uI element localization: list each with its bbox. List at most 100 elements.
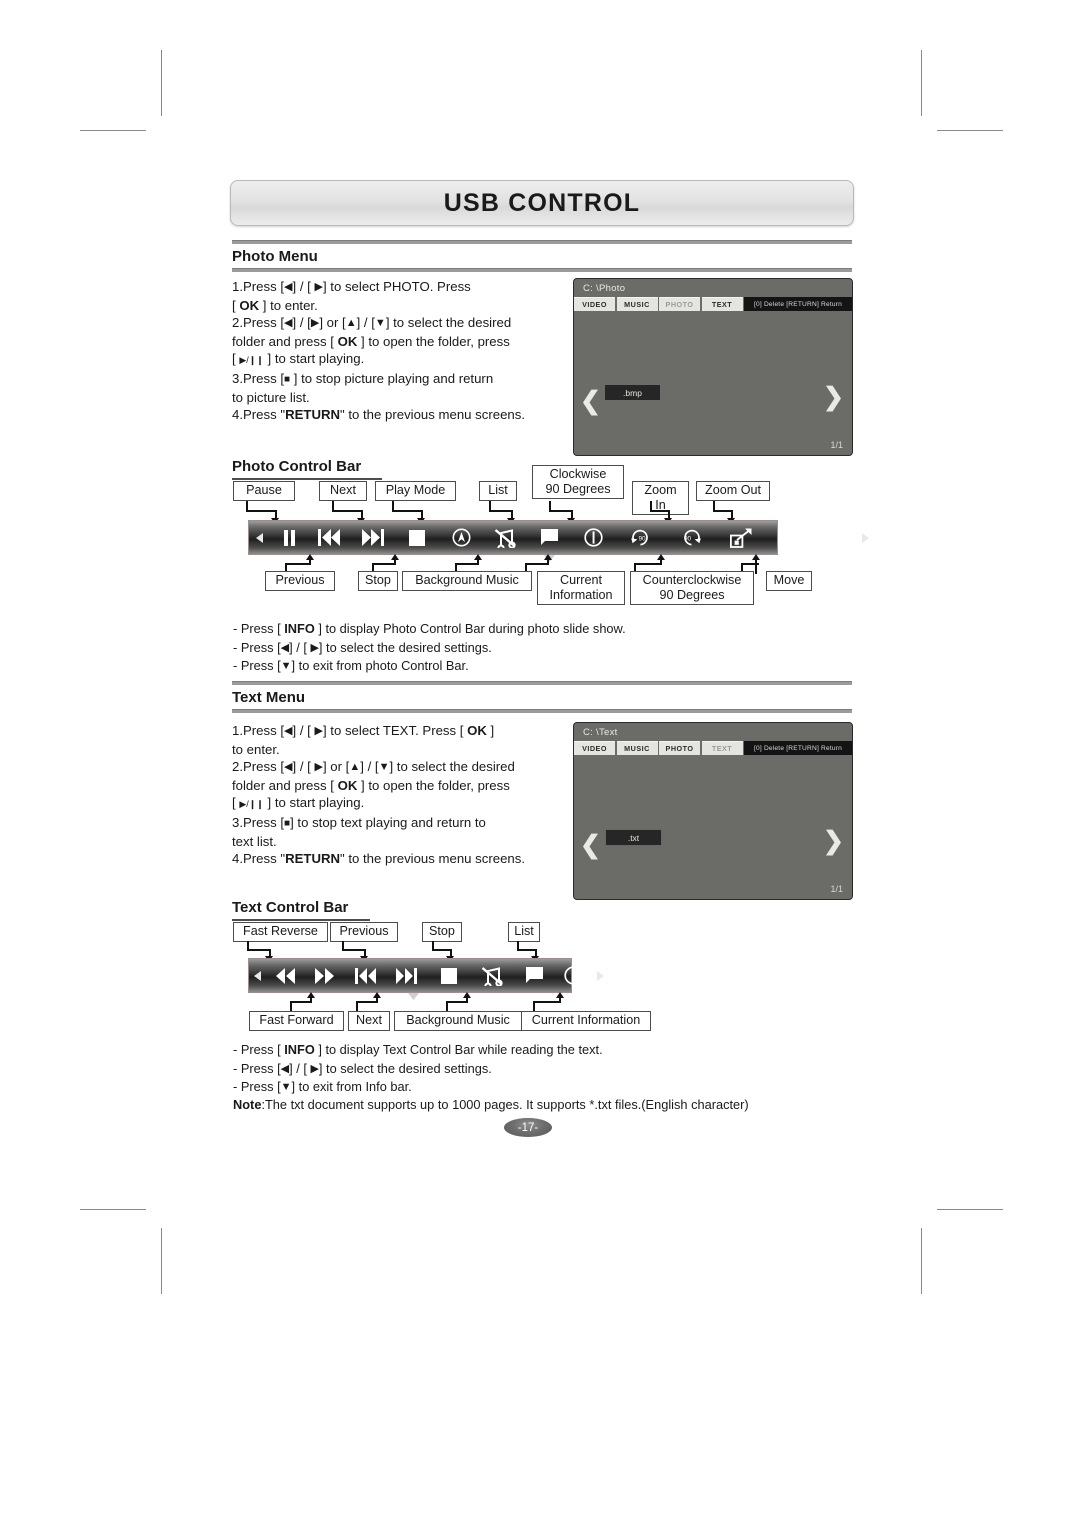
connector-current-information-text	[533, 992, 567, 1012]
text-label-list: List	[508, 922, 540, 942]
fast-forward-icon[interactable]	[305, 967, 345, 984]
zoom-in-icon[interactable]	[717, 528, 765, 548]
list-icon[interactable]	[513, 966, 555, 985]
current-information-icon[interactable]	[571, 528, 615, 547]
photo-step-3: 3.Press [■ ] to stop picture playing and…	[232, 370, 494, 386]
connector-background-music-text	[446, 992, 474, 1012]
text-control-bar-heading-block: Text Control Bar	[232, 899, 370, 921]
svg-text:90: 90	[638, 535, 646, 542]
text-menu-heading-block: Text Menu	[232, 689, 852, 713]
text-label-stop: Stop	[422, 922, 462, 942]
text-label-current-information: Current Information	[521, 1011, 651, 1031]
crop-mark-top-left-horizontal	[80, 130, 146, 131]
photo-label-clockwise-90: Clockwise 90 Degrees	[532, 465, 624, 499]
photo-step-1b: [ OK ] to enter.	[232, 297, 318, 313]
text-menu-rule-top	[232, 681, 852, 685]
previous-icon[interactable]	[345, 967, 385, 984]
text-menu-rule-bottom	[232, 709, 852, 713]
text-screen-file-item[interactable]: .txt	[605, 829, 662, 846]
crop-mark-bottom-right-vertical	[921, 1228, 922, 1294]
text-step-1: 1.Press [◀] / [ ▶] to select TEXT. Press…	[232, 723, 495, 738]
text-step-4: 4.Press "RETURN" to the previous menu sc…	[232, 851, 526, 867]
photo-screen-body: .bmp ❮ ❯ 1/1	[574, 311, 852, 455]
photo-menu-steps: 1.Press [◀] / [ ▶] to select PHOTO. Pres…	[232, 278, 572, 424]
photo-note-1: - Press [ INFO ] to display Photo Contro…	[233, 621, 626, 636]
text-note-1: - Press [ INFO ] to display Text Control…	[233, 1042, 603, 1057]
photo-label-counterclockwise-90: Counterclockwise 90 Degrees	[630, 571, 754, 605]
text-tab-text[interactable]: TEXT	[701, 741, 743, 755]
photo-tab-photo[interactable]: PHOTO	[659, 297, 700, 311]
photo-label-move: Move	[766, 571, 812, 591]
photo-control-bar[interactable]: 90 90	[248, 520, 869, 562]
page-number-badge: -17-	[504, 1118, 552, 1137]
scroll-left-icon[interactable]	[249, 532, 271, 543]
text-screen-actions: [0] Delete [RETURN] Return	[744, 741, 852, 755]
next-icon[interactable]	[385, 967, 427, 1000]
connector-next-text	[356, 992, 384, 1012]
text-note-3: - Press [▼] to exit from Info bar.	[233, 1079, 412, 1094]
rotate-clockwise-90-icon[interactable]: 90	[615, 528, 665, 547]
photo-label-next: Next	[319, 481, 367, 501]
photo-step-1: 1.Press [◀] / [ ▶] to select PHOTO. Pres…	[232, 279, 471, 294]
text-step-3b: text list.	[232, 833, 277, 849]
photo-label-list: List	[479, 481, 517, 501]
photo-tab-video[interactable]: VIDEO	[574, 297, 615, 311]
background-music-icon[interactable]	[471, 966, 513, 986]
text-prev-page-icon[interactable]: ❮	[580, 833, 601, 858]
photo-tab-music[interactable]: MUSIC	[616, 297, 658, 311]
background-music-icon[interactable]	[483, 528, 527, 548]
connector-fast-forward	[290, 992, 318, 1012]
page-title: USB CONTROL	[443, 188, 641, 217]
text-step-1b: to enter.	[232, 741, 280, 757]
text-screen-body: .txt ❮ ❯ 1/1	[574, 755, 852, 899]
scroll-left-icon[interactable]	[249, 970, 267, 981]
text-screen-page-indicator: 1/1	[830, 884, 843, 894]
text-step-3: 3.Press [■] to stop text playing and ret…	[232, 814, 486, 830]
rotate-counterclockwise-90-icon[interactable]: 90	[665, 528, 717, 547]
crop-mark-bottom-left-vertical	[161, 1228, 162, 1294]
photo-screen-tabs: VIDEO MUSIC PHOTO TEXT [0] Delete [RETUR…	[574, 297, 852, 311]
text-notes: - Press [ INFO ] to display Text Control…	[233, 1041, 603, 1097]
photo-screen-file-item[interactable]: .bmp	[605, 385, 660, 400]
text-screen-mock: C: \Text VIDEO MUSIC PHOTO TEXT [0] Dele…	[573, 722, 853, 900]
stop-icon[interactable]	[427, 967, 471, 984]
photo-screen-path: C: \Photo	[583, 283, 626, 294]
photo-control-bar-heading: Photo Control Bar	[232, 458, 362, 475]
stop-icon[interactable]	[395, 529, 439, 546]
scroll-right-icon[interactable]	[591, 970, 609, 981]
photo-screen-page-indicator: 1/1	[830, 440, 843, 450]
photo-prev-page-icon[interactable]: ❮	[580, 389, 601, 414]
photo-tab-text[interactable]: TEXT	[701, 297, 743, 311]
photo-label-play-mode: Play Mode	[375, 481, 456, 501]
play-mode-icon[interactable]	[439, 528, 483, 547]
fast-reverse-icon[interactable]	[267, 967, 305, 984]
photo-label-zoom-out: Zoom Out	[696, 481, 770, 501]
text-label-fast-reverse: Fast Reverse	[233, 922, 328, 942]
photo-step-2c: [ ▶/❙❙ ] to start playing.	[232, 351, 365, 367]
svg-text:90: 90	[684, 535, 692, 542]
photo-menu-heading: Photo Menu	[232, 248, 318, 265]
photo-label-background-music: Background Music	[402, 571, 532, 591]
photo-next-page-icon[interactable]: ❯	[823, 385, 844, 410]
pause-icon[interactable]	[271, 529, 307, 546]
photo-notes: - Press [ INFO ] to display Photo Contro…	[233, 620, 626, 676]
photo-menu-rule-top	[232, 240, 852, 244]
text-tab-photo[interactable]: PHOTO	[659, 741, 700, 755]
photo-control-bar-rule	[232, 478, 382, 480]
text-tab-music[interactable]: MUSIC	[616, 741, 658, 755]
previous-icon[interactable]	[307, 529, 351, 546]
zoom-out-icon[interactable]	[765, 528, 813, 548]
photo-step-4: 4.Press "RETURN" to the previous menu sc…	[232, 407, 526, 423]
move-icon[interactable]	[813, 527, 855, 548]
text-next-page-icon[interactable]: ❯	[823, 829, 844, 854]
next-icon[interactable]	[351, 529, 395, 546]
list-icon[interactable]	[527, 528, 571, 562]
scroll-right-icon[interactable]	[855, 532, 875, 543]
photo-note-2: - Press [◀] / [ ▶] to select the desired…	[233, 639, 492, 655]
text-screen-tabs: VIDEO MUSIC PHOTO TEXT [0] Delete [RETUR…	[574, 741, 852, 755]
text-tab-video[interactable]: VIDEO	[574, 741, 615, 755]
current-information-icon[interactable]	[555, 966, 591, 985]
crop-mark-bottom-left-horizontal	[80, 1209, 146, 1210]
photo-menu-heading-block: Photo Menu	[232, 248, 852, 272]
text-control-bar[interactable]	[248, 958, 604, 1000]
